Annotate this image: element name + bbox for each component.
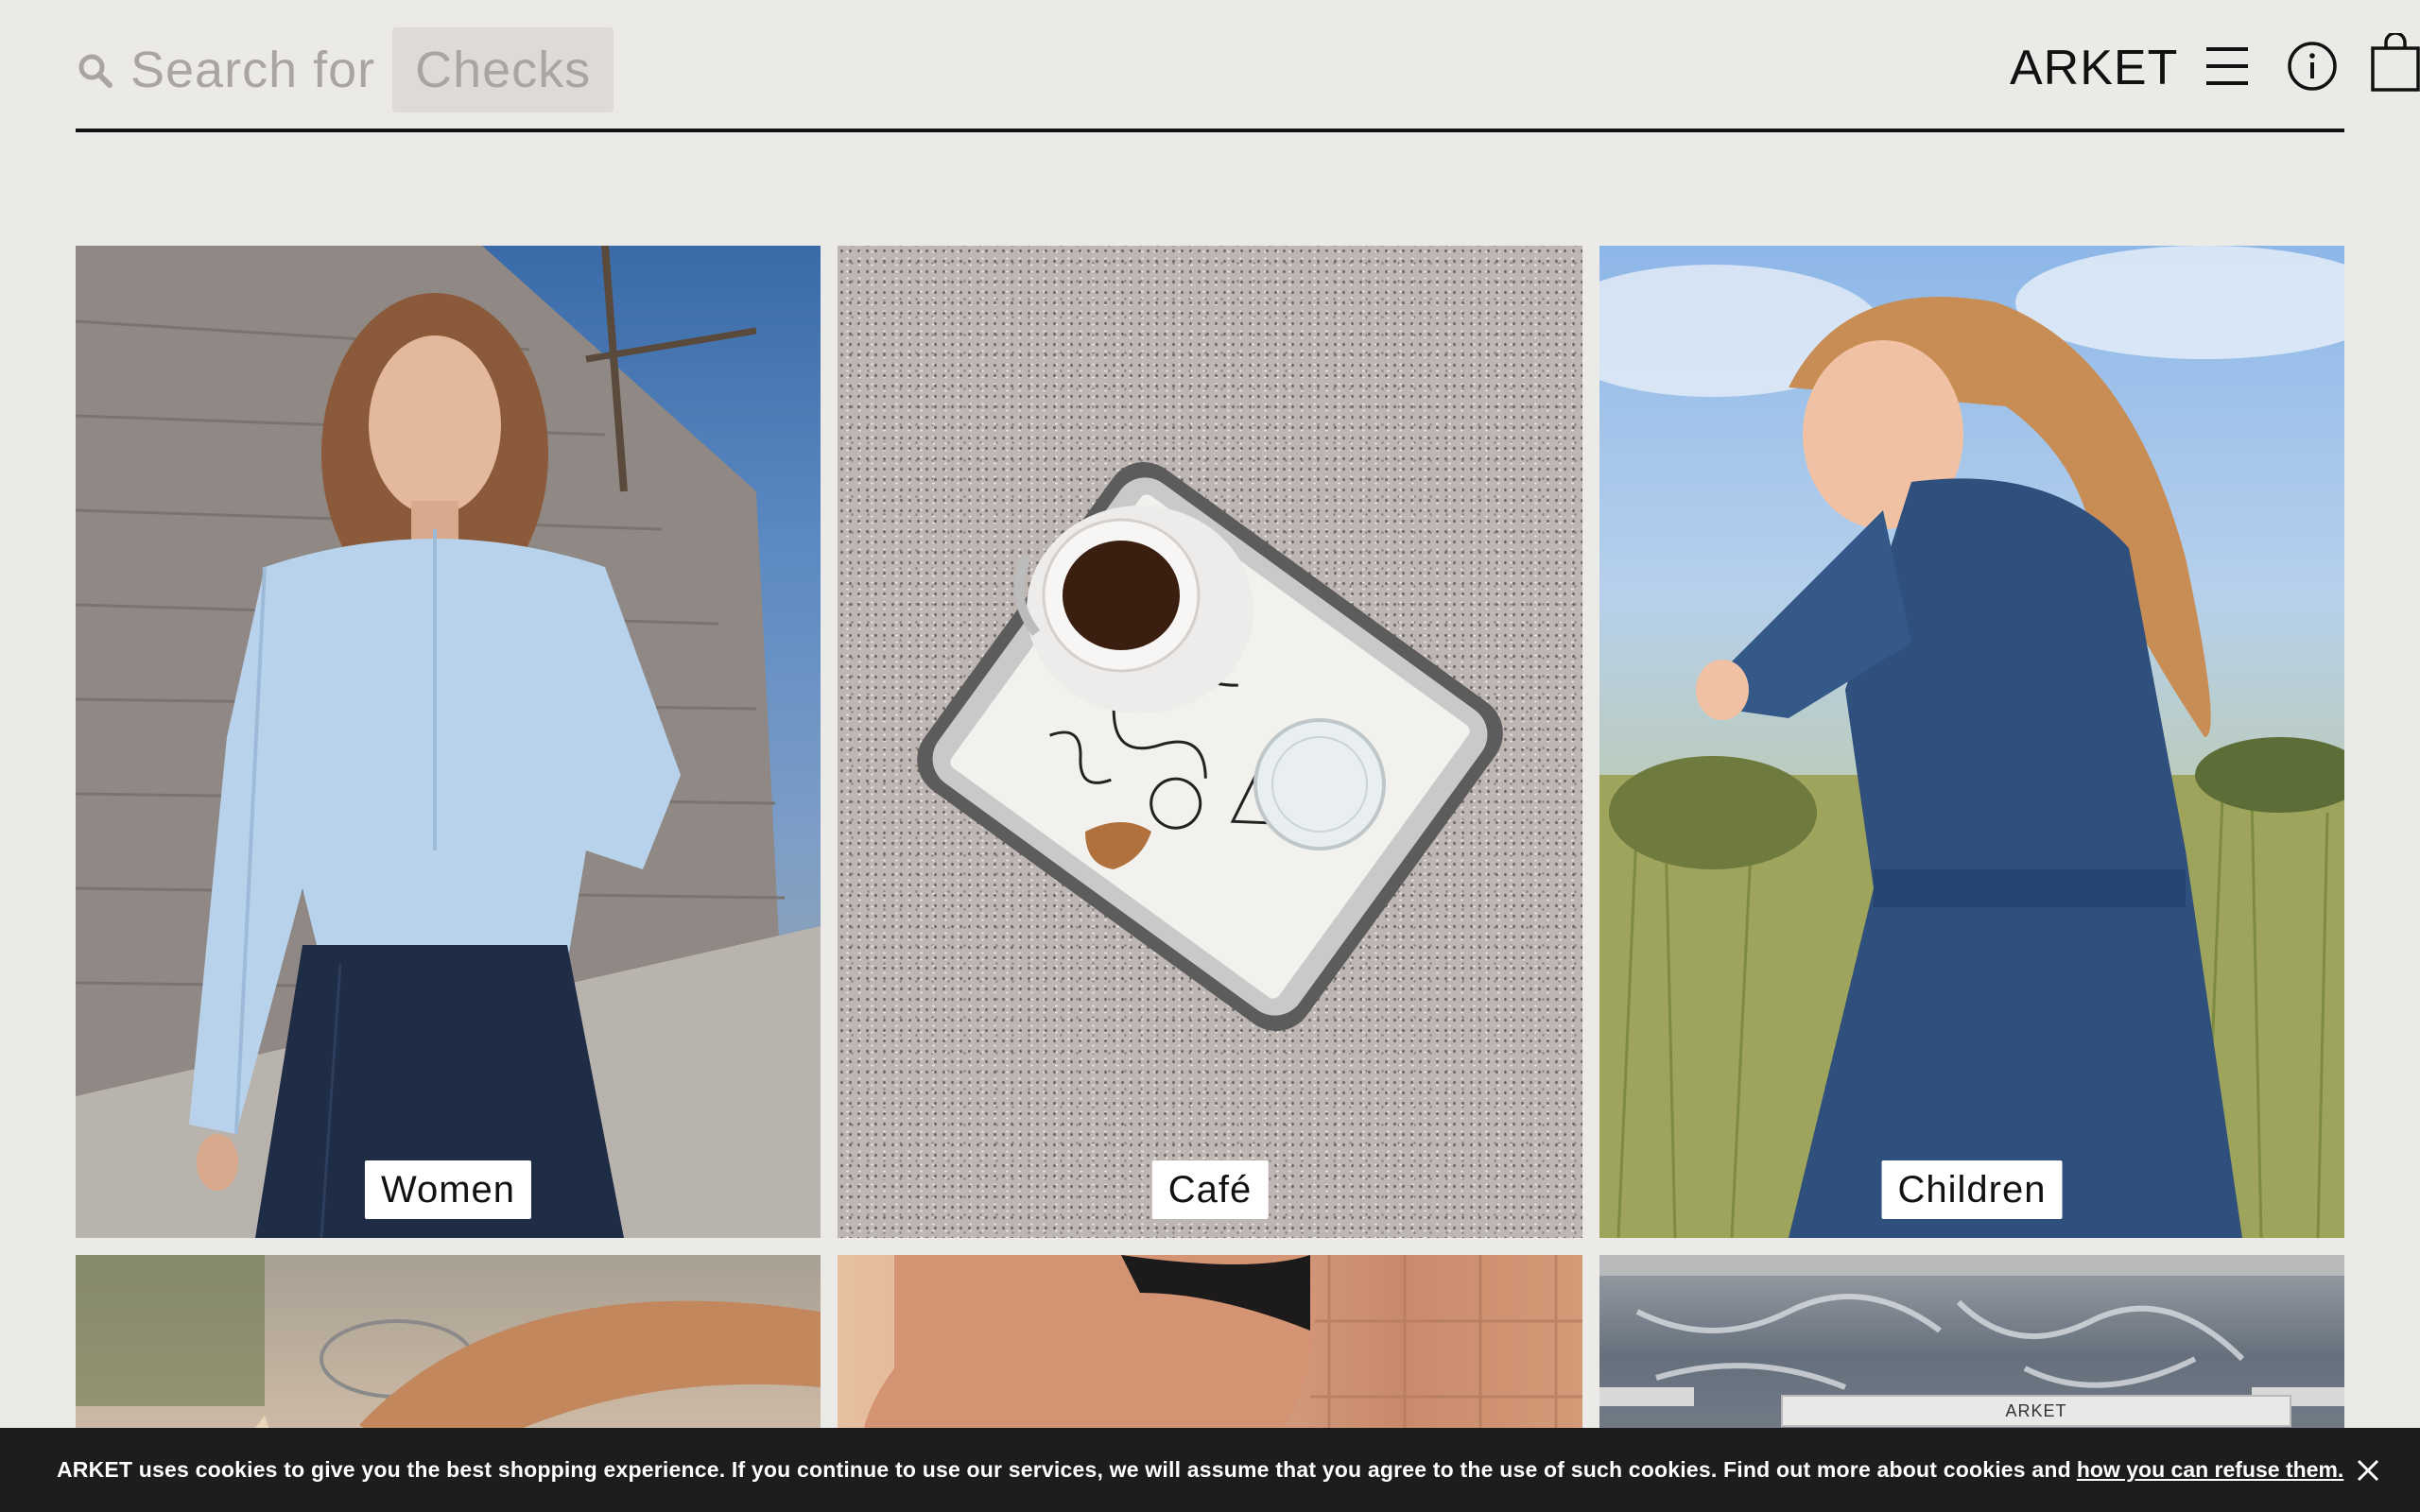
category-tile-women[interactable]: Women: [76, 246, 821, 1238]
cookie-banner: ARKET uses cookies to give you the best …: [0, 1428, 2420, 1512]
women-category-image: [76, 246, 821, 1238]
cafe-category-image: ARKET: [917, 462, 1503, 1031]
children-category-image: [1599, 246, 2344, 1238]
category-tile-children[interactable]: Children: [1599, 246, 2344, 1238]
search-icon[interactable]: [76, 51, 117, 93]
cookie-refuse-link[interactable]: how you can refuse them.: [2077, 1457, 2343, 1483]
hamburger-menu-icon: [2206, 47, 2248, 85]
cart-button[interactable]: [2368, 32, 2420, 94]
brand-logo[interactable]: ARKET: [2010, 40, 2178, 96]
info-button[interactable]: [2286, 40, 2339, 93]
site-header: Search for Checks ARKET: [76, 0, 2420, 132]
menu-button[interactable]: [2203, 42, 2252, 91]
store-sign: ARKET: [1781, 1395, 2291, 1427]
search-bar[interactable]: Search for Checks: [76, 26, 614, 113]
category-label-children[interactable]: Children: [1881, 1160, 2063, 1219]
category-label-cafe[interactable]: Café: [1151, 1160, 1269, 1219]
search-suggestion-chip[interactable]: Checks: [392, 27, 614, 112]
shopping-bag-icon: [2371, 33, 2420, 92]
close-icon[interactable]: [2354, 1456, 2382, 1485]
info-icon: [2288, 42, 2337, 91]
search-label[interactable]: Search for: [130, 41, 375, 99]
category-label-women[interactable]: Women: [364, 1160, 532, 1219]
category-tile-cafe[interactable]: ARKET Café: [838, 246, 1582, 1238]
cookie-message: ARKET uses cookies to give you the best …: [57, 1457, 2071, 1482]
